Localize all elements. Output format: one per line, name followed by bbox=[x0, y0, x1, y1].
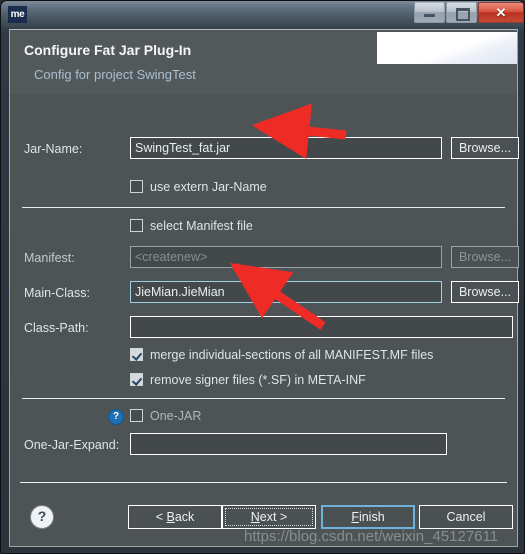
finish-mnemonic: F bbox=[351, 510, 359, 524]
maximize-button[interactable] bbox=[446, 2, 477, 23]
help-button[interactable]: ? bbox=[30, 505, 54, 529]
jar-name-input[interactable]: SwingTest_fat.jar bbox=[130, 137, 442, 159]
one-jar-expand-label: One-Jar-Expand: bbox=[24, 438, 120, 452]
app-icon: me bbox=[8, 6, 27, 23]
next-button[interactable]: Next > bbox=[222, 505, 316, 529]
back-mnemonic: B bbox=[166, 510, 175, 524]
manifest-browse-button[interactable]: Browse... bbox=[451, 246, 519, 268]
cancel-button[interactable]: Cancel bbox=[419, 505, 513, 529]
page-title: Configure Fat Jar Plug-In bbox=[24, 42, 192, 58]
jar-name-label: Jar-Name: bbox=[24, 142, 83, 156]
manifest-input[interactable]: <createnew> bbox=[130, 246, 442, 268]
use-extern-jar-name-checkbox[interactable] bbox=[130, 180, 143, 193]
jar-name-row: Jar-Name: SwingTest_fat.jar Browse... bbox=[10, 137, 519, 161]
dialog-header: Configure Fat Jar Plug-In Config for pro… bbox=[10, 30, 517, 94]
main-class-browse-button[interactable]: Browse... bbox=[451, 281, 519, 303]
close-button[interactable]: ✕ bbox=[478, 2, 524, 23]
remove-signer-files-checkbox[interactable] bbox=[130, 373, 143, 386]
main-class-row: Main-Class: JieMian.JieMian Browse... bbox=[10, 281, 519, 305]
remove-signer-files-label: remove signer files (*.SF) in META-INF bbox=[150, 373, 366, 387]
next-mnemonic: N bbox=[250, 510, 260, 524]
one-jar-expand-row: One-Jar-Expand: bbox=[10, 433, 517, 457]
maximize-icon bbox=[456, 8, 470, 21]
main-class-label: Main-Class: bbox=[24, 286, 90, 300]
one-jar-checkbox[interactable] bbox=[130, 409, 143, 422]
select-manifest-file-label: select Manifest file bbox=[150, 219, 253, 233]
main-class-input[interactable]: JieMian.JieMian bbox=[130, 281, 442, 303]
page-subtitle: Config for project SwingTest bbox=[34, 67, 196, 82]
one-jar-label: One-JAR bbox=[150, 409, 202, 423]
minimize-button[interactable] bbox=[414, 2, 445, 23]
class-path-label: Class-Path: bbox=[24, 321, 89, 335]
select-manifest-file-checkbox[interactable] bbox=[130, 219, 143, 232]
separator-1 bbox=[22, 207, 505, 208]
manifest-row: Manifest: <createnew> Browse... bbox=[10, 246, 519, 270]
class-path-input[interactable] bbox=[130, 316, 513, 338]
use-extern-jar-name-label: use extern Jar-Name bbox=[150, 180, 267, 194]
finish-button[interactable]: Finish bbox=[321, 505, 415, 529]
window-controls: ✕ bbox=[414, 2, 524, 23]
one-jar-expand-input[interactable] bbox=[130, 433, 447, 455]
form-content: Jar-Name: SwingTest_fat.jar Browse... us… bbox=[10, 94, 519, 511]
back-button[interactable]: < Back bbox=[128, 505, 222, 529]
footer-separator bbox=[20, 482, 507, 483]
title-bar[interactable]: me ✕ bbox=[1, 1, 524, 27]
close-icon: ✕ bbox=[495, 5, 507, 20]
header-banner-image bbox=[377, 32, 517, 64]
one-jar-help-icon[interactable]: ? bbox=[108, 409, 124, 425]
class-path-row: Class-Path: bbox=[10, 316, 517, 340]
jar-name-browse-button[interactable]: Browse... bbox=[451, 137, 519, 159]
dialog-window: me ✕ Configure Fat Jar Plug-In Config fo… bbox=[0, 0, 525, 554]
minimize-icon bbox=[424, 14, 435, 17]
manifest-label: Manifest: bbox=[24, 251, 75, 265]
watermark-text: https://blog.csdn.net/weixin_45127611 bbox=[244, 528, 499, 545]
separator-2 bbox=[22, 398, 505, 399]
merge-sections-checkbox[interactable] bbox=[130, 348, 143, 361]
merge-sections-label: merge individual-sections of all MANIFES… bbox=[150, 348, 434, 362]
dialog-body: Configure Fat Jar Plug-In Config for pro… bbox=[9, 29, 519, 547]
